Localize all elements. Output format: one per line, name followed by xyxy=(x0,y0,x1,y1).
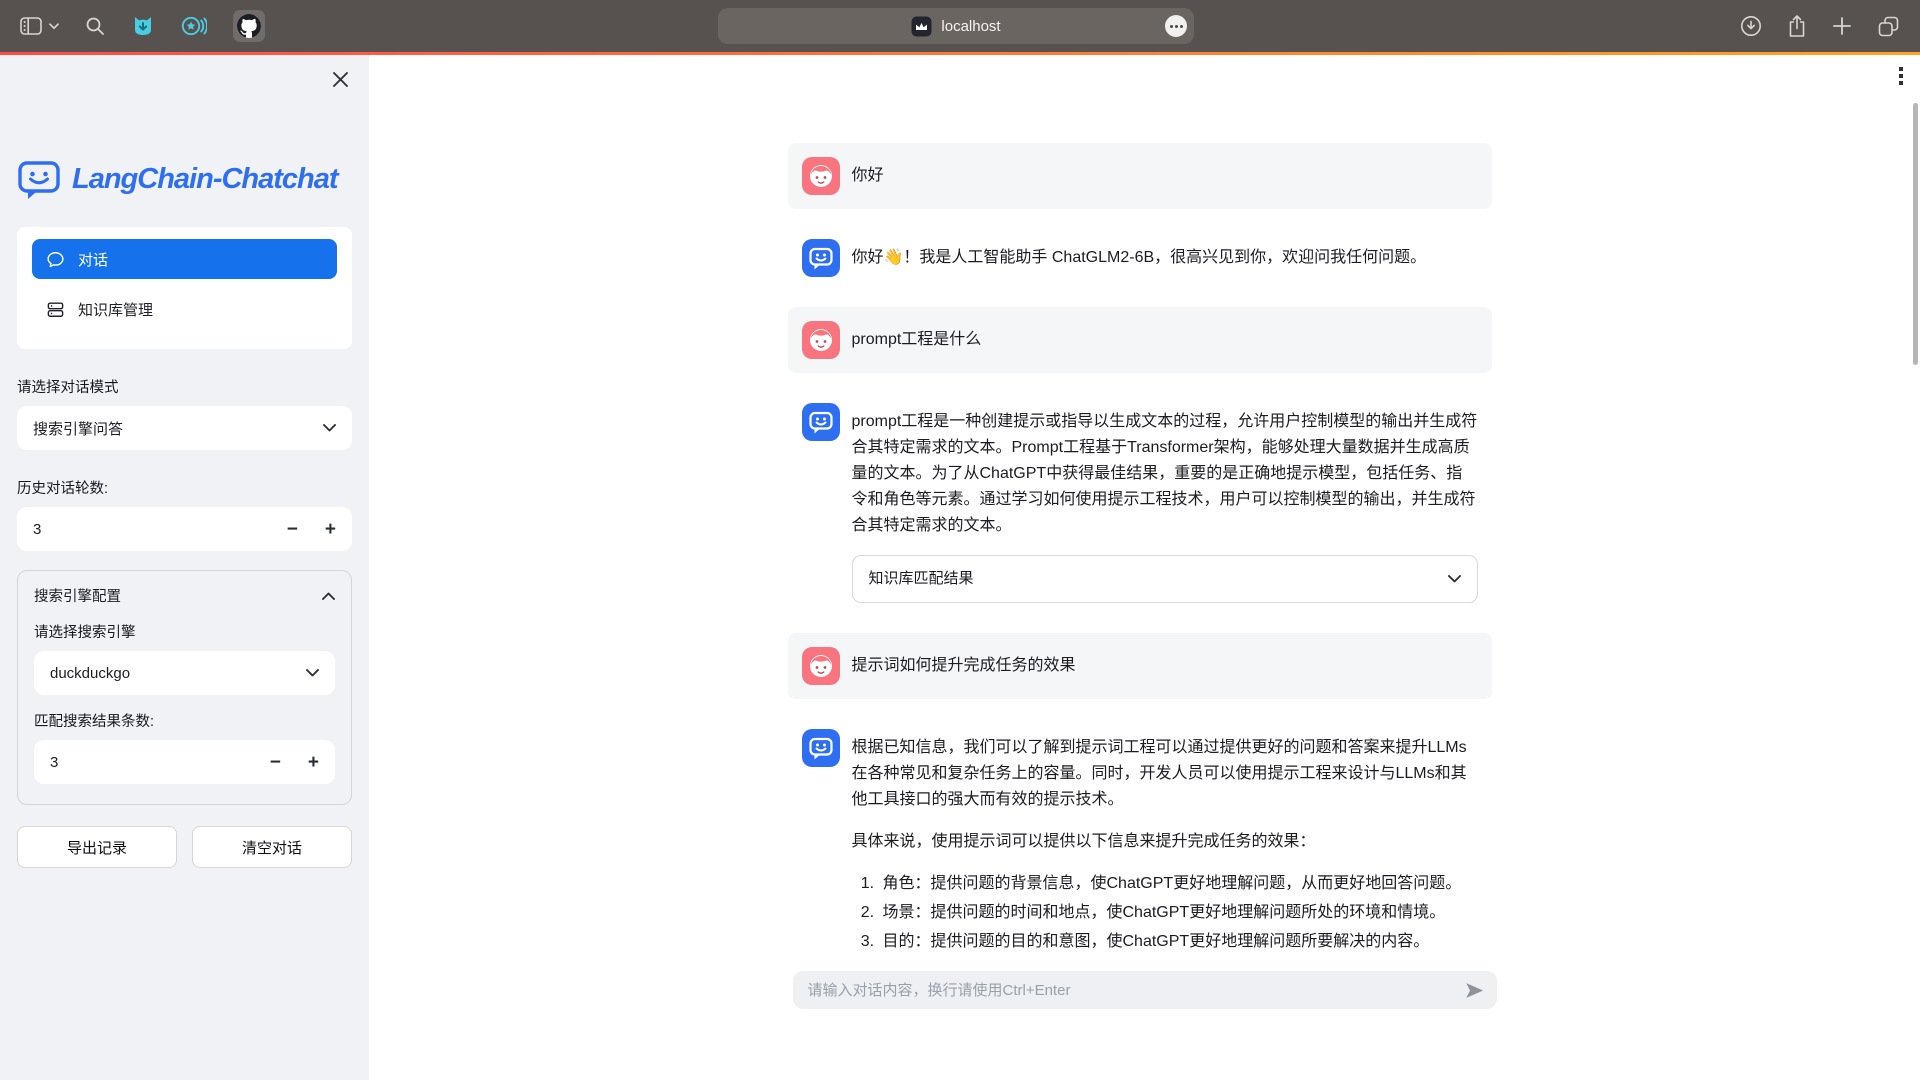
knowledge-match-expander[interactable]: 知识库匹配结果 xyxy=(852,555,1478,603)
clear-dialogue-button[interactable]: 清空对话 xyxy=(192,826,352,868)
github-extension-icon[interactable] xyxy=(233,10,265,42)
history-rounds-input[interactable]: 3 − + xyxy=(17,507,352,551)
search-engine-label: 请选择搜索引擎 xyxy=(34,621,335,642)
message-paragraph: prompt工程是一种创建提示或指导以生成文本的过程，允许用户控制模型的输出并生… xyxy=(852,409,1478,539)
minus-button[interactable]: − xyxy=(287,520,298,539)
chevron-down-icon xyxy=(323,424,336,432)
page-menu-icon[interactable] xyxy=(1165,15,1187,37)
chevron-down-icon[interactable] xyxy=(49,23,59,30)
close-icon[interactable] xyxy=(332,71,349,88)
site-favicon-icon xyxy=(911,16,932,37)
share-icon[interactable] xyxy=(1787,14,1807,38)
chat-message-user: prompt工程是什么 xyxy=(788,307,1492,373)
plus-button[interactable]: + xyxy=(308,753,319,772)
message-paragraph: 根据已知信息，我们可以了解到提示词工程可以通过提供更好的问题和答案来提升LLMs… xyxy=(852,735,1478,813)
user-avatar-image xyxy=(802,647,840,685)
nav-item-knowledge-base[interactable]: 知识库管理 xyxy=(32,289,337,329)
sidebar-toggle-icon[interactable] xyxy=(20,17,42,35)
user-avatar-image xyxy=(802,157,840,195)
history-rounds-value[interactable]: 3 xyxy=(33,521,41,538)
message-paragraph: 你好 xyxy=(852,163,1478,189)
assistant-avatar-image xyxy=(802,403,840,441)
database-icon xyxy=(46,300,65,319)
chat-input-bar xyxy=(793,971,1497,1009)
message-list-item: 角色：提供问题的背景信息，使ChatGPT更好地理解问题，从而更好地回答问题。 xyxy=(879,871,1478,897)
message-paragraph: 具体来说，使用提示词可以提供以下信息来提升完成任务的效果： xyxy=(852,829,1478,855)
chat-message-user: 提示词如何提升完成任务的效果 xyxy=(788,633,1492,699)
message-paragraph: 你好👋！我是人工智能助手 ChatGLM2-6B，很高兴见到你，欢迎问我任何问题… xyxy=(852,245,1478,271)
nav-card: 对话 知识库管理 xyxy=(17,227,352,349)
chat-message-assistant: 根据已知信息，我们可以了解到提示词工程可以通过提供更好的问题和答案来提升LLMs… xyxy=(788,725,1492,960)
message-content: 你好 xyxy=(852,157,1478,195)
chevron-down-icon xyxy=(1448,575,1461,583)
user-avatar-icon xyxy=(802,157,840,195)
message-content: prompt工程是一种创建提示或指导以生成文本的过程，允许用户控制模型的输出并生… xyxy=(852,403,1478,603)
download-icon[interactable] xyxy=(1740,15,1762,37)
search-results-count-input[interactable]: 3 − + xyxy=(34,740,335,784)
minus-button[interactable]: − xyxy=(270,753,281,772)
new-tab-icon[interactable] xyxy=(1832,16,1852,36)
sidebar: LangChain-Chatchat 对话 知识库管理 请选择对话模式 搜索引擎… xyxy=(0,55,369,1080)
message-list-item: 目的：提供问题的目的和意图，使ChatGPT更好地理解问题所要解决的内容。 xyxy=(879,929,1478,955)
app-logo: LangChain-Chatchat xyxy=(17,157,352,201)
assistant-avatar-icon xyxy=(802,403,840,441)
chat-input[interactable] xyxy=(806,981,1455,1000)
address-text: localhost xyxy=(941,18,1000,35)
search-engine-config-panel: 搜索引擎配置 请选择搜索引擎 duckduckgo 匹配搜索结果条数: 3 − … xyxy=(17,570,352,805)
tabs-overview-icon[interactable] xyxy=(1877,15,1900,38)
user-avatar-icon xyxy=(802,647,840,685)
export-records-button[interactable]: 导出记录 xyxy=(17,826,177,868)
search-engine-value: duckduckgo xyxy=(50,665,130,682)
app-logo-text: LangChain-Chatchat xyxy=(72,163,338,196)
nav-item-label: 知识库管理 xyxy=(78,299,153,320)
assistant-avatar-image xyxy=(802,239,840,277)
assistant-avatar-image xyxy=(802,729,840,767)
chat-message-user: 你好 xyxy=(788,143,1492,209)
message-list: 角色：提供问题的背景信息，使ChatGPT更好地理解问题，从而更好地回答问题。场… xyxy=(852,871,1478,960)
dialog-mode-label: 请选择对话模式 xyxy=(17,376,352,397)
chat-main: 你好你好👋！我是人工智能助手 ChatGLM2-6B，很高兴见到你，欢迎问我任何… xyxy=(369,55,1920,1080)
search-icon[interactable] xyxy=(85,16,105,36)
search-engine-config-title: 搜索引擎配置 xyxy=(34,585,121,606)
nav-item-label: 对话 xyxy=(78,249,108,270)
dialog-mode-select[interactable]: 搜索引擎问答 xyxy=(17,406,352,450)
address-bar[interactable]: localhost xyxy=(718,8,1194,44)
dialog-mode-value: 搜索引擎问答 xyxy=(33,418,123,439)
history-rounds-label: 历史对话轮数: xyxy=(17,477,352,498)
browser-toolbar: localhost xyxy=(0,0,1920,52)
message-content: 提示词如何提升完成任务的效果 xyxy=(852,647,1478,685)
app-logo-icon xyxy=(17,157,61,201)
plus-button[interactable]: + xyxy=(325,520,336,539)
message-list-item: 方法：提供解决问题的方式和方法，使ChatGPT更好地理解如何达成解决问题的目标… xyxy=(879,958,1478,960)
search-results-count-value[interactable]: 3 xyxy=(50,754,58,771)
user-avatar-icon xyxy=(802,321,840,359)
search-results-count-label: 匹配搜索结果条数: xyxy=(34,710,335,731)
chat-message-list: 你好你好👋！我是人工智能助手 ChatGLM2-6B，很高兴见到你，欢迎问我任何… xyxy=(788,143,1492,960)
send-icon[interactable] xyxy=(1465,982,1484,999)
nav-item-dialogue[interactable]: 对话 xyxy=(32,239,337,279)
chat-viewport: 你好你好👋！我是人工智能助手 ChatGLM2-6B，很高兴见到你，欢迎问我任何… xyxy=(369,55,1910,960)
message-list-item: 场景：提供问题的时间和地点，使ChatGPT更好地理解问题所处的环境和情境。 xyxy=(879,900,1478,926)
message-paragraph: prompt工程是什么 xyxy=(852,327,1478,353)
message-content: prompt工程是什么 xyxy=(852,321,1478,359)
search-engine-config-header[interactable]: 搜索引擎配置 xyxy=(34,585,335,606)
assistant-avatar-icon xyxy=(802,729,840,767)
search-engine-select[interactable]: duckduckgo xyxy=(34,651,335,695)
scrollbar-thumb[interactable] xyxy=(1913,103,1918,365)
chevron-down-icon xyxy=(306,669,319,677)
message-paragraph: 提示词如何提升完成任务的效果 xyxy=(852,653,1478,679)
assistant-avatar-icon xyxy=(802,239,840,277)
chat-message-assistant: prompt工程是一种创建提示或指导以生成文本的过程，允许用户控制模型的输出并生… xyxy=(788,399,1492,607)
knowledge-match-expander-label: 知识库匹配结果 xyxy=(869,566,974,592)
chat-bubble-icon xyxy=(46,250,65,269)
chevron-up-icon xyxy=(322,592,335,600)
radar-extension-icon[interactable] xyxy=(181,14,207,38)
message-content: 你好👋！我是人工智能助手 ChatGLM2-6B，很高兴见到你，欢迎问我任何问题… xyxy=(852,239,1478,277)
chat-message-assistant: 你好👋！我是人工智能助手 ChatGLM2-6B，很高兴见到你，欢迎问我任何问题… xyxy=(788,235,1492,281)
cat-extension-icon[interactable] xyxy=(131,14,155,38)
user-avatar-image xyxy=(802,321,840,359)
message-content: 根据已知信息，我们可以了解到提示词工程可以通过提供更好的问题和答案来提升LLMs… xyxy=(852,729,1478,960)
